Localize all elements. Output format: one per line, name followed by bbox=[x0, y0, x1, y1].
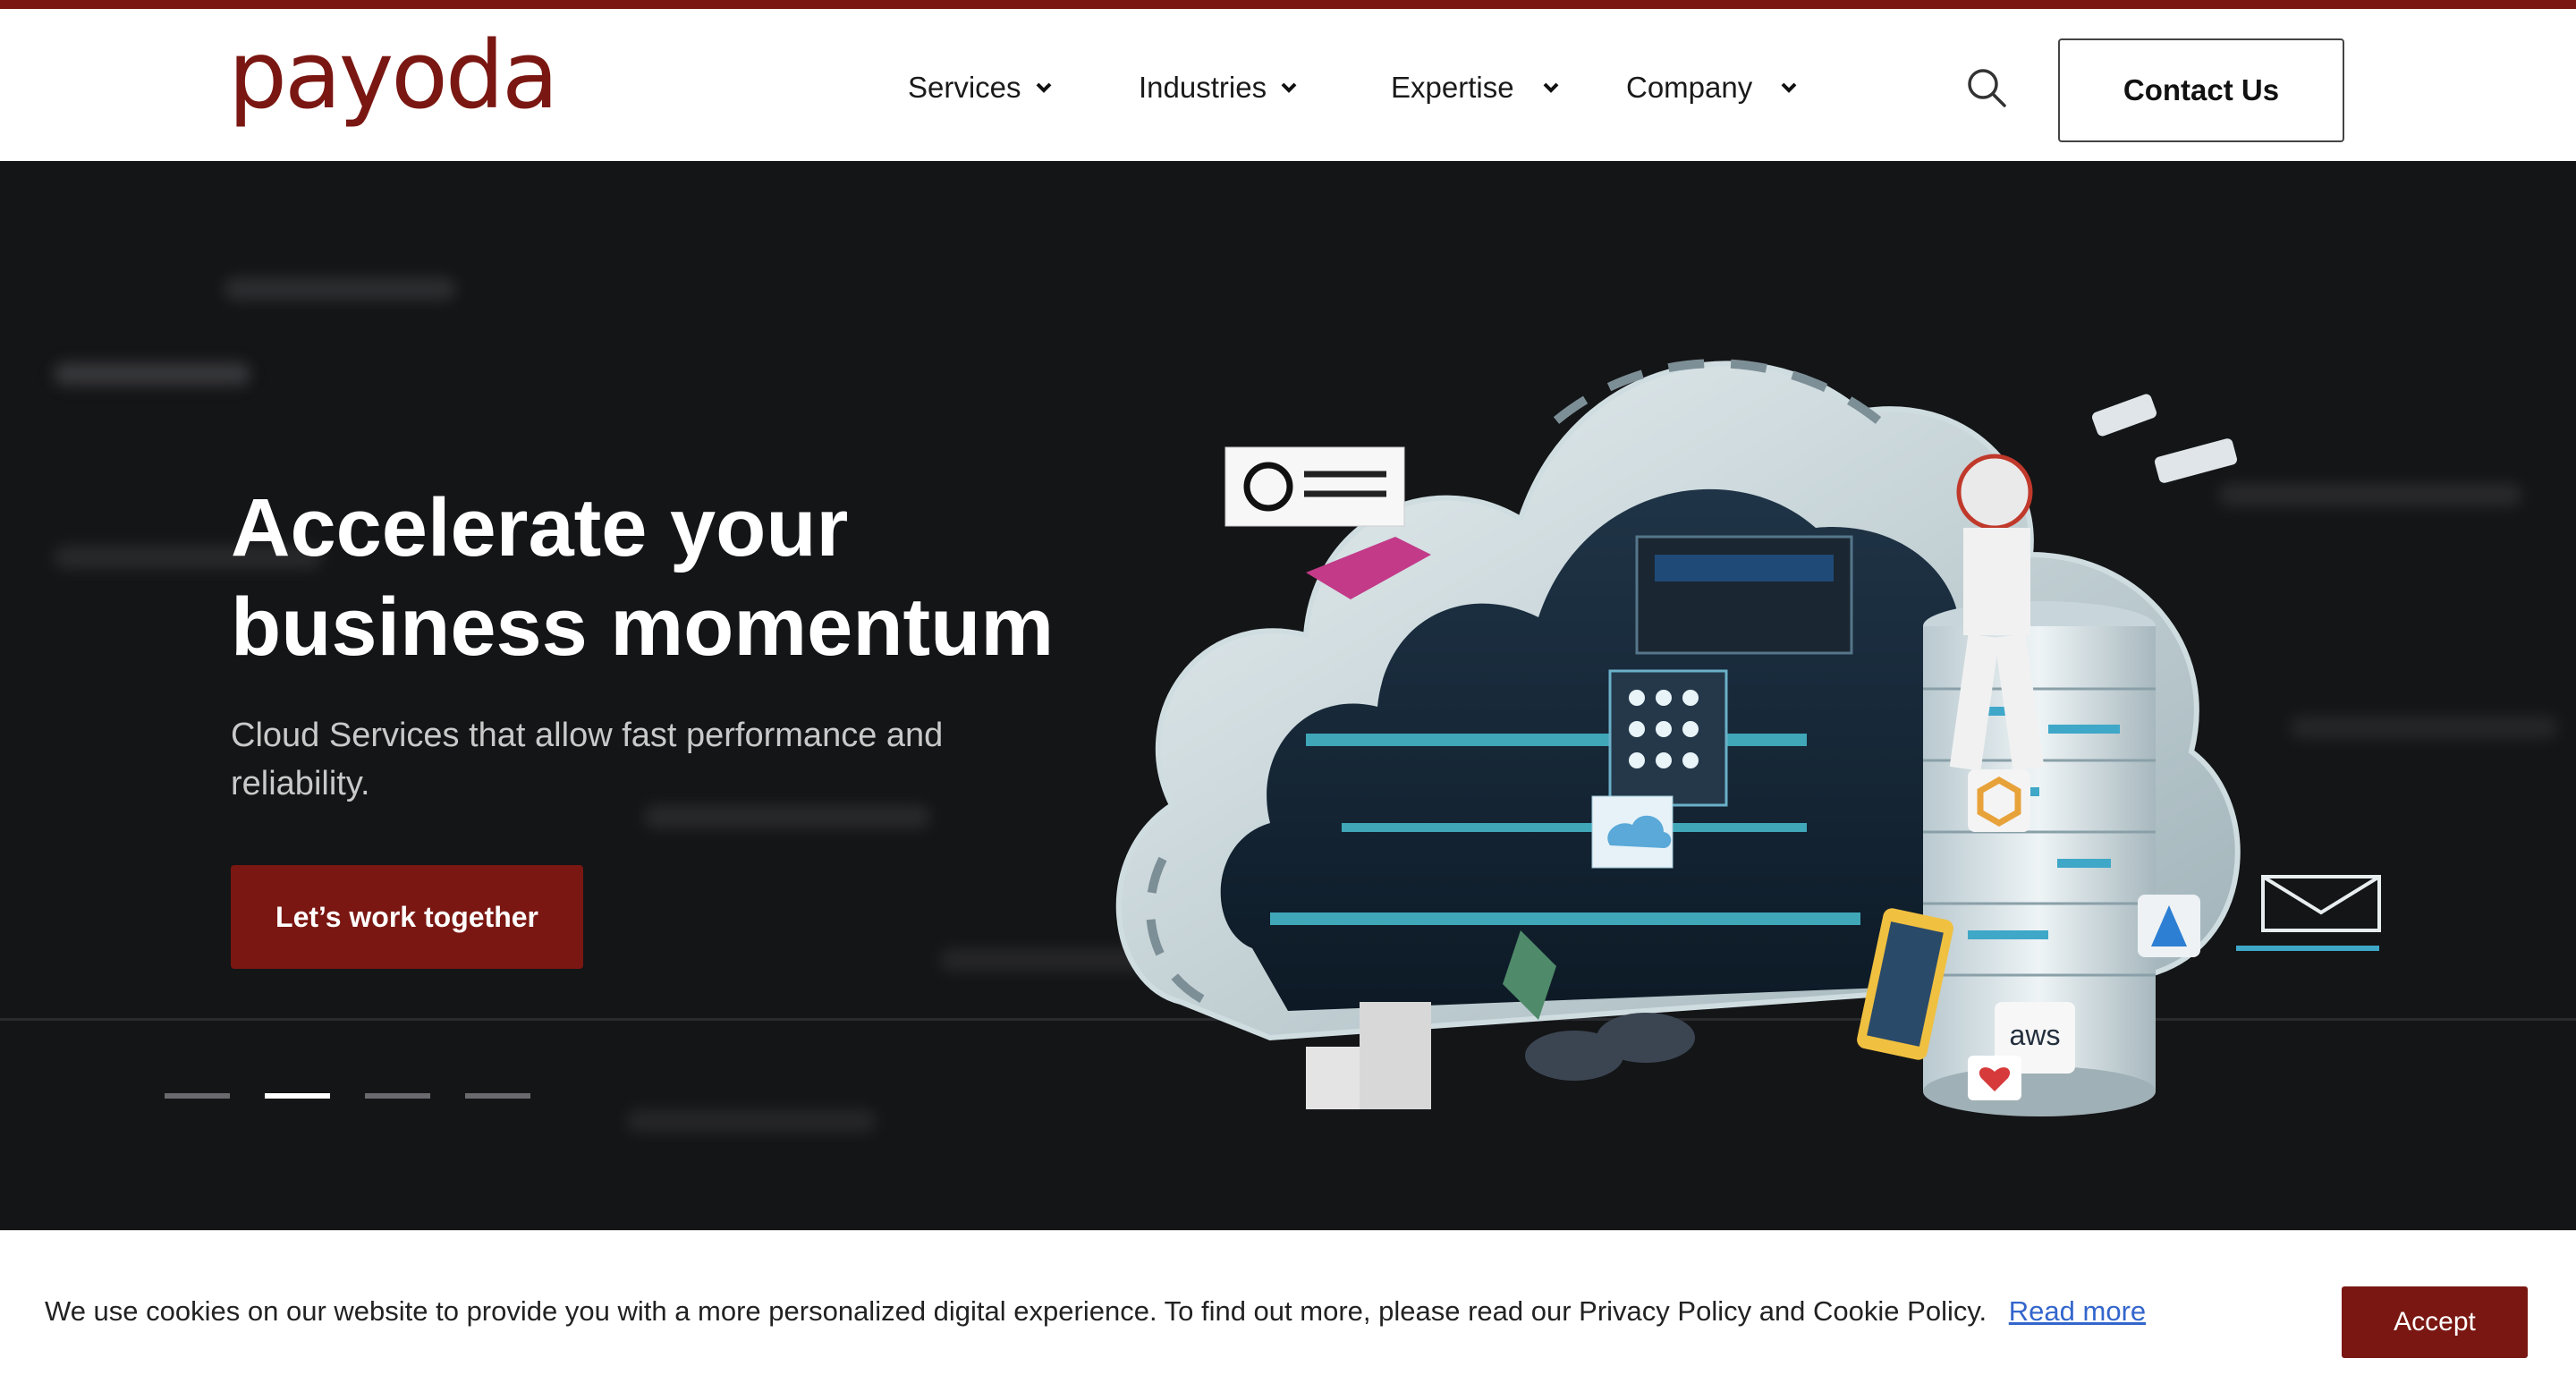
hero-headline: Accelerate your business momentum bbox=[231, 479, 1125, 677]
carousel-dot-4[interactable] bbox=[465, 1093, 530, 1099]
hero-subtext: Cloud Services that allow fast performan… bbox=[231, 717, 944, 802]
chevron-down-icon bbox=[1781, 82, 1797, 93]
cookie-message: We use cookies on our website to provide… bbox=[45, 1295, 1987, 1327]
chevron-down-icon bbox=[1281, 82, 1297, 93]
carousel-dot-2[interactable] bbox=[265, 1093, 330, 1099]
nav-industries-label: Industries bbox=[1139, 71, 1267, 104]
lets-work-together-button[interactable]: Let’s work together bbox=[231, 865, 583, 969]
headline-line-1: Accelerate your bbox=[231, 482, 849, 573]
cookie-message-row: We use cookies on our website to provide… bbox=[45, 1295, 2146, 1328]
contact-us-button[interactable]: Contact Us bbox=[2058, 38, 2344, 142]
chevron-down-icon bbox=[1036, 82, 1051, 93]
nav-expertise[interactable]: Expertise bbox=[1391, 61, 1561, 115]
hero-section: Accelerate your business momentum Cloud … bbox=[0, 161, 2576, 1230]
motion-streak bbox=[54, 362, 250, 386]
chevron-down-icon bbox=[1543, 82, 1558, 93]
nav-services-label: Services bbox=[908, 71, 1021, 104]
nav-expertise-label: Expertise bbox=[1391, 71, 1514, 104]
top-accent-bar bbox=[0, 0, 2576, 9]
cloud-services-illustration: aws bbox=[1115, 359, 2381, 1116]
headline-line-2: business momentum bbox=[231, 581, 1055, 673]
carousel-dot-1[interactable] bbox=[165, 1093, 230, 1099]
cookie-banner: We use cookies on our website to provide… bbox=[0, 1230, 2576, 1392]
accept-cookies-button[interactable]: Accept bbox=[2342, 1286, 2528, 1358]
site-header: payoda Services Industries Expertise Com… bbox=[0, 9, 2576, 161]
read-more-link[interactable]: Read more bbox=[2009, 1295, 2146, 1327]
motion-streak bbox=[644, 805, 930, 828]
carousel-indicators bbox=[165, 1093, 530, 1099]
search-icon[interactable] bbox=[1963, 64, 2010, 111]
aws-badge-text: aws bbox=[2010, 1019, 2061, 1051]
carousel-dot-3[interactable] bbox=[365, 1093, 430, 1099]
nav-company[interactable]: Company bbox=[1626, 61, 1799, 115]
nav-industries[interactable]: Industries bbox=[1139, 61, 1299, 115]
motion-streak bbox=[626, 1109, 877, 1133]
payoda-logo[interactable]: payoda bbox=[228, 29, 559, 122]
nav-company-label: Company bbox=[1626, 71, 1753, 104]
motion-streak bbox=[224, 277, 456, 301]
nav-services[interactable]: Services bbox=[908, 61, 1054, 115]
